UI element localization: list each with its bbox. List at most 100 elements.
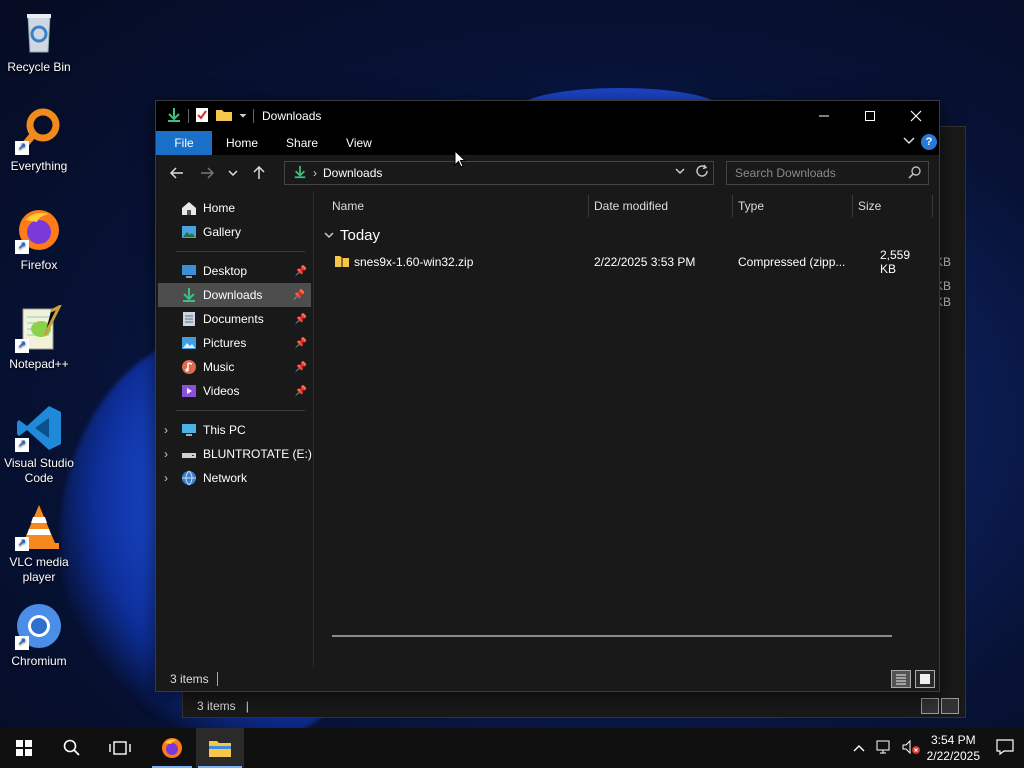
vlc-icon: ↗ [15, 503, 63, 551]
zip-folder-icon [334, 254, 350, 271]
task-view-icon [109, 741, 131, 755]
nav-item-documents[interactable]: Documents 📌 [156, 307, 313, 331]
address-bar[interactable]: › Downloads [284, 161, 714, 185]
navigation-pane[interactable]: Home Gallery Desktop 📌 Downloads 📌 Docum… [156, 191, 314, 667]
file-date: 2/22/2025 3:53 PM [594, 255, 696, 269]
search-icon[interactable] [908, 165, 922, 182]
expand-chevron-icon[interactable]: › [164, 471, 168, 485]
tab-home[interactable]: Home [212, 131, 272, 155]
pin-icon: 📌 [294, 337, 307, 349]
recent-locations-button[interactable] [222, 158, 244, 188]
file-size: 2,559 KB [880, 248, 911, 276]
desktop-icon-firefox[interactable]: ↗ Firefox [2, 206, 76, 273]
task-view-button[interactable] [96, 728, 144, 768]
column-divider[interactable] [932, 195, 933, 217]
documents-icon [183, 312, 195, 326]
properties-icon[interactable] [195, 107, 209, 126]
recycle-bin-icon [15, 8, 63, 56]
toolbar-separator [253, 109, 254, 123]
expand-ribbon-icon[interactable] [903, 136, 915, 149]
nav-item-label: Pictures [203, 336, 247, 350]
desktop-icon-vscode[interactable]: ↗ Visual Studio Code [2, 404, 76, 486]
new-folder-icon[interactable] [215, 108, 233, 125]
clock-date: 2/22/2025 [926, 749, 980, 763]
breadcrumb-downloads[interactable]: Downloads [323, 166, 382, 180]
gallery-icon [182, 226, 196, 238]
volume-muted-icon[interactable] [901, 739, 921, 758]
nav-item-gallery[interactable]: Gallery [156, 220, 313, 244]
details-view-button[interactable] [891, 670, 911, 688]
title-bar[interactable]: ⏷ Downloads [156, 101, 939, 131]
customize-toolbar-icon[interactable]: ⏷ [239, 111, 247, 122]
back-button[interactable] [162, 158, 192, 188]
column-size[interactable]: Size [852, 191, 881, 221]
close-button[interactable] [893, 101, 939, 131]
up-button[interactable] [244, 158, 274, 188]
desktop-folder-icon [182, 265, 196, 278]
desktop-icon-label: Firefox [20, 258, 58, 272]
column-type[interactable]: Type [732, 191, 764, 221]
nav-item-home[interactable]: Home [156, 196, 313, 220]
bg-details-view-button[interactable] [921, 698, 939, 714]
tab-view[interactable]: View [332, 131, 386, 155]
shortcut-arrow-icon: ↗ [15, 537, 29, 551]
nav-item-pictures[interactable]: Pictures 📌 [156, 331, 313, 355]
forward-button[interactable] [192, 158, 222, 188]
expand-chevron-icon[interactable]: › [164, 447, 168, 461]
start-button[interactable] [0, 728, 48, 768]
group-label: Today [340, 227, 381, 244]
collapse-chevron-icon[interactable] [324, 230, 334, 242]
group-header-today[interactable]: Today [324, 227, 380, 244]
nav-item-videos[interactable]: Videos 📌 [156, 379, 313, 403]
nav-item-music[interactable]: Music 📌 [156, 355, 313, 379]
large-icons-view-button[interactable] [915, 670, 935, 688]
explorer-window[interactable]: ⏷ Downloads File Home Share View ? › Dow… [155, 100, 940, 692]
refresh-icon[interactable] [695, 164, 709, 181]
nav-item-drive[interactable]: › BLUNTROTATE (E:) [156, 442, 313, 466]
pin-icon: 📌 [292, 289, 305, 301]
desktop-icon-everything[interactable]: ↗ Everything [2, 107, 76, 174]
downloads-icon [183, 288, 195, 302]
videos-icon [182, 385, 196, 397]
nav-divider [176, 410, 305, 411]
column-headers: Name Date modified Type Size [316, 191, 939, 221]
desktop-icon-label: Everything [10, 159, 68, 173]
taskbar-firefox[interactable] [148, 728, 196, 768]
taskbar: 3:54 PM 2/22/2025 [0, 728, 1024, 768]
minimize-button[interactable] [801, 101, 847, 131]
taskbar-file-explorer[interactable] [196, 728, 244, 768]
clock[interactable]: 3:54 PM 2/22/2025 [927, 732, 980, 764]
breadcrumb-separator[interactable]: › [313, 166, 317, 180]
search-button[interactable] [48, 728, 96, 768]
nav-item-this-pc[interactable]: › This PC [156, 418, 313, 442]
desktop-icon-recycle-bin[interactable]: Recycle Bin [2, 8, 76, 75]
search-icon [63, 739, 80, 756]
network-icon [182, 470, 196, 486]
search-input[interactable]: Search Downloads [735, 166, 836, 180]
column-name[interactable]: Name [326, 191, 364, 221]
desktop-icon-notepad[interactable]: ↗ Notepad++ [2, 303, 76, 372]
nav-item-desktop[interactable]: Desktop 📌 [156, 259, 313, 283]
help-icon[interactable]: ? [921, 134, 937, 150]
download-arrow-icon [166, 107, 182, 126]
bg-large-icons-button[interactable] [941, 698, 959, 714]
column-date-modified[interactable]: Date modified [588, 191, 668, 221]
network-status-icon[interactable] [875, 739, 893, 758]
notifications-icon[interactable] [996, 738, 1014, 759]
show-hidden-icons-icon[interactable] [853, 741, 865, 755]
expand-chevron-icon[interactable]: › [164, 423, 168, 437]
nav-item-network[interactable]: › Network [156, 466, 313, 490]
everything-icon: ↗ [15, 107, 63, 155]
desktop-icon-vlc[interactable]: ↗ VLC media player [2, 503, 76, 585]
desktop-icon-chromium[interactable]: ↗ Chromium [2, 602, 76, 669]
tab-file[interactable]: File [156, 131, 212, 155]
chromium-icon: ↗ [15, 602, 63, 650]
table-row[interactable]: snes9x-1.60-win32.zip 2/22/2025 3:53 PM … [316, 248, 929, 276]
address-dropdown-icon[interactable] [675, 164, 685, 181]
file-list-pane[interactable]: Name Date modified Type Size Today snes9… [316, 191, 939, 667]
nav-item-downloads[interactable]: Downloads 📌 [158, 283, 311, 307]
search-box[interactable]: Search Downloads [726, 161, 929, 185]
tab-share[interactable]: Share [272, 131, 332, 155]
horizontal-scrollbar[interactable] [332, 635, 892, 637]
maximize-button[interactable] [847, 101, 893, 131]
